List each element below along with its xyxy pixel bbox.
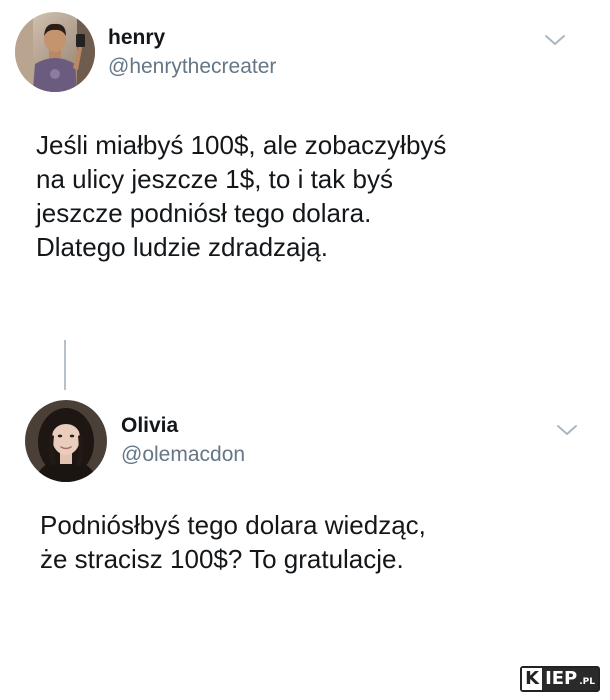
- watermark-pl: .PL: [579, 668, 598, 690]
- author-handle[interactable]: @olemacdon: [121, 443, 245, 467]
- thread-connector-line: [64, 340, 66, 390]
- chevron-down-icon[interactable]: [555, 422, 579, 438]
- author-name[interactable]: Olivia: [121, 414, 178, 438]
- tweet-text-line: że stracisz 100$? To gratulacje.: [40, 544, 404, 574]
- watermark-k: K: [522, 668, 543, 690]
- chevron-down-icon[interactable]: [543, 32, 567, 48]
- tweet-text-line: Dlatego ludzie zdradzają.: [36, 232, 328, 262]
- tweet-text-line: Podniósłbyś tego dolara wiedząc,: [40, 510, 426, 540]
- tweet-text-line: na ulicy jeszcze 1$, to i tak byś: [36, 164, 393, 194]
- author-handle[interactable]: @henrythecreater: [108, 55, 276, 79]
- tweet-text-line: Jeśli miałbyś 100$, ale zobaczyłbyś: [36, 130, 447, 160]
- tweet-henry: henry @henrythecreater Jeśli miałbyś 100…: [0, 0, 610, 340]
- tweet-text: Podniósłbyś tego dolara wiedząc, że stra…: [40, 508, 426, 576]
- kiep-watermark-logo: K IEP .PL: [520, 666, 600, 692]
- avatar[interactable]: [15, 12, 95, 92]
- profile-photo-man: [15, 12, 95, 92]
- watermark-iep: IEP: [542, 668, 580, 690]
- tweet-olivia: Olivia @olemacdon Podniósłbyś tego dolar…: [0, 390, 610, 650]
- tweet-text: Jeśli miałbyś 100$, ale zobaczyłbyś na u…: [36, 128, 446, 264]
- tweet-text-line: jeszcze podniósł tego dolara.: [36, 198, 372, 228]
- profile-photo-woman: [25, 400, 107, 482]
- avatar[interactable]: [25, 400, 107, 482]
- author-name[interactable]: henry: [108, 26, 165, 50]
